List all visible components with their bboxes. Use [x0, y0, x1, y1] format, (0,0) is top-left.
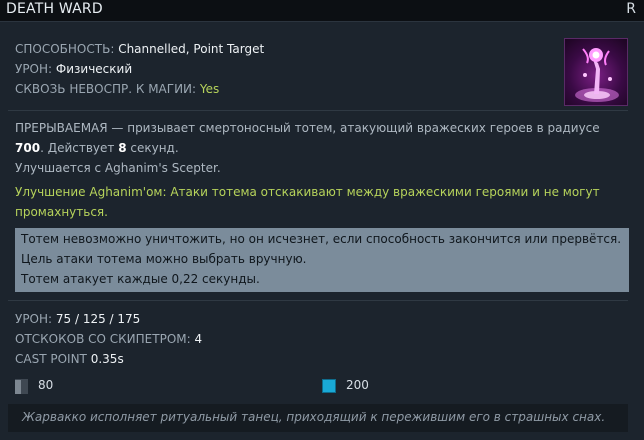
stat-label: ОТСКОКОВ СО СКИПЕТРОМ: [15, 332, 191, 346]
note-item: Тотем атакует каждые 0,22 секунды. [21, 272, 260, 286]
title-bar: DEATH WARD R [0, 0, 644, 22]
stat-value: 0.35s [90, 352, 124, 366]
mana-cost-value: 200 [346, 378, 369, 392]
stat-value: 75 / 125 / 175 [55, 312, 141, 326]
description-text: . Действует [40, 141, 119, 155]
hotkey-label: R [626, 1, 636, 17]
scepter-upgrade-hint: Улучшается с Aghanim's Scepter. [15, 161, 221, 175]
attribute-ability-type: СПОСОБНОСТЬ: Channelled, Point Target [15, 41, 264, 57]
description-text: ПРЕРЫВАЕМАЯ — призывает смертоносный тот… [15, 121, 600, 135]
note-item: Тотем невозможно уничтожить, но он исчез… [21, 232, 622, 246]
note-item: Цель атаки тотема можно выбрать вручную. [21, 252, 307, 266]
ability-description: ПРЕРЫВАЕМАЯ — призывает смертоносный тот… [15, 118, 615, 178]
ability-title: DEATH WARD [6, 1, 103, 17]
divider [8, 110, 628, 111]
duration-value: 8 [118, 141, 127, 155]
stat-value: 4 [194, 332, 203, 346]
attribute-damage-type: УРОН: Физический [15, 61, 132, 77]
stat-label: УРОН: [15, 312, 53, 326]
divider [8, 300, 628, 301]
cooldown-icon [15, 379, 28, 394]
stat-damage: УРОН: 75 / 125 / 175 [15, 311, 140, 327]
lore-text: Жарвакко исполняет ритуальный танец, при… [8, 404, 628, 432]
cooldown-value: 80 [38, 378, 54, 392]
cooldown-icon-shape [15, 380, 28, 394]
radius-value: 700 [15, 141, 41, 155]
attribute-value: Физический [55, 62, 133, 76]
attribute-value: Yes [199, 82, 220, 96]
description-text: секунд. [126, 141, 179, 155]
description-main: ПРЕРЫВАЕМАЯ — призывает смертоносный тот… [15, 118, 615, 158]
attribute-label: УРОН: [15, 62, 53, 76]
ability-notes: Тотем невозможно уничтожить, но он исчез… [15, 228, 629, 292]
stat-scepter-bounces: ОТСКОКОВ СО СКИПЕТРОМ: 4 [15, 331, 202, 347]
mana-icon [322, 379, 336, 393]
stat-label: CAST POINT [15, 352, 87, 366]
scepter-upgrade-text: Улучшение Aghanim'ом: Атаки тотема отска… [15, 185, 600, 219]
stat-cast-point: CAST POINT 0.35s [15, 351, 124, 367]
attribute-label: СКВОЗЬ НЕВОСПР. К МАГИИ: [15, 82, 197, 96]
attribute-label: СПОСОБНОСТЬ: [15, 42, 115, 56]
death-ward-totem-icon [564, 38, 628, 106]
totem-icon-art [575, 48, 619, 102]
attribute-pierces-immunity: СКВОЗЬ НЕВОСПР. К МАГИИ: Yes [15, 81, 219, 97]
ability-tooltip: DEATH WARD R СПОСОБНОСТЬ: Channelled, Po… [0, 0, 644, 440]
attribute-value: Channelled, Point Target [118, 42, 265, 56]
